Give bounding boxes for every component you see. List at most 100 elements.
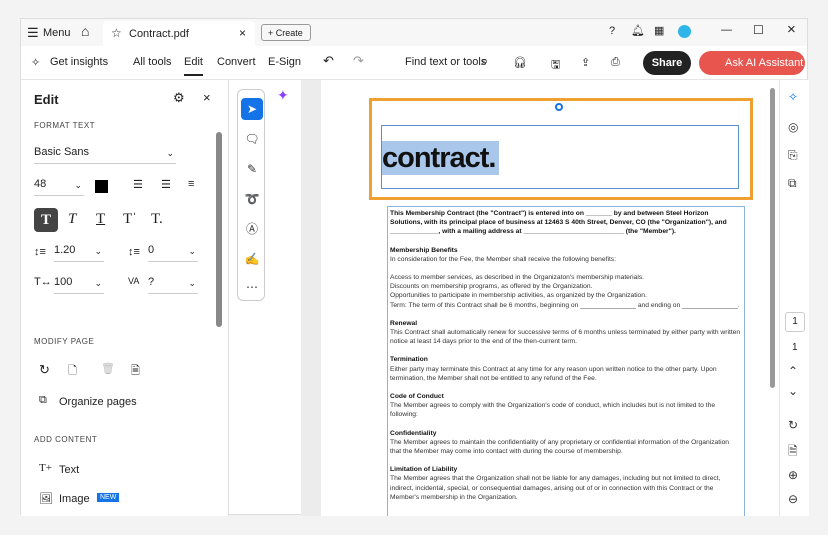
- gear-icon[interactable]: ⚙: [173, 90, 185, 106]
- zoom-out-icon[interactable]: ⊖: [788, 492, 798, 506]
- avatar[interactable]: [678, 25, 691, 38]
- star-icon[interactable]: ☆: [111, 26, 122, 40]
- edit-tab[interactable]: Edit: [184, 56, 203, 76]
- heading-text[interactable]: contract.: [382, 141, 500, 175]
- close-tab-icon[interactable]: ×: [239, 26, 246, 40]
- all-tools-tab[interactable]: All tools: [133, 56, 172, 68]
- page-down-icon[interactable]: ⌄: [788, 384, 798, 398]
- page-up-icon[interactable]: ⌃: [788, 364, 798, 378]
- page-number-input[interactable]: 1: [785, 312, 805, 332]
- subscript-icon[interactable]: T.: [151, 211, 163, 228]
- save-icon[interactable]: 🖫: [551, 56, 560, 75]
- sign-tool-icon[interactable]: ✍: [241, 248, 263, 270]
- organize-pages-button[interactable]: Organize pages: [59, 396, 137, 408]
- pages-icon[interactable]: ⧉: [788, 176, 797, 191]
- search-icon[interactable]: ⌕: [481, 53, 488, 69]
- maximize-icon[interactable]: ☐: [753, 23, 764, 37]
- doc-section: Limitation of Liability The Member agrees…: [390, 465, 742, 502]
- font-dropdown[interactable]: Basic Sans ⌄: [34, 146, 176, 164]
- align-icon[interactable]: ≡: [188, 178, 194, 190]
- scale-dropdown[interactable]: 100 ⌄: [54, 276, 104, 294]
- superscript-icon[interactable]: Tˈ: [123, 211, 137, 228]
- insert-page-icon[interactable]: 🗋: [68, 362, 77, 381]
- read-aloud-icon[interactable]: 🎧︎: [513, 56, 527, 69]
- help-icon[interactable]: ?: [609, 25, 615, 37]
- right-rail: ✧ ◎ ⎘ ⧉ 1 1 ⌃ ⌄ ↻ 🗎 ⊕ ⊖: [779, 80, 809, 516]
- bookmark-icon[interactable]: ⎘: [788, 148, 798, 163]
- comment-icon[interactable]: ◎: [788, 120, 798, 134]
- apps-icon[interactable]: ▦: [654, 24, 664, 37]
- bullet-list-icon[interactable]: ☰: [133, 178, 143, 191]
- font-size-dropdown[interactable]: 48 ⌄: [34, 178, 84, 196]
- intro-paragraph: This Membership Contract (the "Contract"…: [390, 210, 727, 236]
- create-button[interactable]: + Create: [261, 24, 311, 41]
- ai-sparkle-icon[interactable]: ✦: [277, 87, 289, 104]
- text-frame[interactable]: contract.: [381, 125, 739, 189]
- zoom-in-icon[interactable]: ⊕: [788, 468, 798, 482]
- format-text-heading: FORMAT TEXT: [34, 121, 96, 130]
- ai-assistant-button[interactable]: Ask AI Assistant: [699, 51, 805, 75]
- add-text-icon: T+: [39, 462, 52, 474]
- find-input[interactable]: Find text or tools: [405, 56, 486, 68]
- share-button[interactable]: Share: [643, 51, 691, 75]
- underline-icon[interactable]: T: [96, 211, 105, 228]
- print-icon[interactable]: ⎙: [611, 56, 620, 69]
- paragraph-spacing-value: 0: [148, 244, 155, 256]
- add-image-button[interactable]: Image: [59, 493, 90, 505]
- menu-button[interactable]: Menu: [43, 27, 71, 39]
- body-text-frame[interactable]: This Membership Contract (the "Contract"…: [387, 206, 745, 516]
- panel-title: Edit: [34, 92, 59, 107]
- rotate-icon[interactable]: ↻: [39, 362, 50, 378]
- home-icon[interactable]: ⌂: [81, 23, 89, 39]
- minimize-icon[interactable]: —: [721, 24, 732, 36]
- section-title: Membership Benefits: [390, 246, 458, 254]
- canvas-scrollbar[interactable]: [770, 88, 775, 388]
- tracking-dropdown[interactable]: ? ⌄: [148, 276, 198, 294]
- hamburger-icon[interactable]: ☰: [27, 25, 39, 41]
- paragraph-spacing-dropdown[interactable]: 0 ⌄: [148, 244, 198, 262]
- upload-icon[interactable]: ⇪: [581, 56, 590, 69]
- chevron-down-icon: ⌄: [74, 180, 82, 190]
- italic-icon[interactable]: T: [68, 211, 76, 228]
- redo-icon[interactable]: ↷: [353, 53, 364, 69]
- bell-icon[interactable]: 🔔︎: [631, 24, 645, 37]
- close-window-icon[interactable]: ×: [787, 21, 796, 38]
- edit-panel: Edit ⚙ × FORMAT TEXT Basic Sans ⌄ 48 ⌄ ☰ ☰…: [21, 80, 229, 516]
- toolbar: ✧ Get insights All tools Edit Convert E-…: [21, 46, 807, 80]
- get-insights-button[interactable]: Get insights: [50, 56, 108, 68]
- ai-summary-icon[interactable]: ✧: [788, 90, 798, 104]
- line-spacing-dropdown[interactable]: 1.20 ⌄: [54, 244, 104, 262]
- bold-icon[interactable]: T: [34, 208, 58, 232]
- insights-icon[interactable]: ✧: [31, 56, 40, 69]
- refresh-icon[interactable]: ↻: [788, 418, 798, 432]
- tracking-value: ?: [148, 276, 155, 288]
- numbered-list-icon[interactable]: ☰: [161, 178, 171, 191]
- document-canvas: contract. This Membership Contract (the …: [301, 80, 779, 516]
- line-spacing-value: 1.20: [54, 244, 76, 256]
- panel-scrollbar[interactable]: [216, 132, 222, 327]
- delete-icon[interactable]: 🗑︎: [101, 362, 115, 375]
- page-total: 1: [792, 342, 798, 353]
- scale-value: 100: [54, 276, 73, 288]
- text-box-tool-icon[interactable]: Ⓐ: [241, 218, 263, 240]
- convert-tab[interactable]: Convert: [217, 56, 256, 68]
- page-view-icon[interactable]: 🗎: [788, 442, 798, 463]
- chevron-down-icon: ⌄: [94, 246, 102, 256]
- select-tool-icon[interactable]: ➤: [241, 98, 263, 120]
- rotate-handle[interactable]: [555, 103, 563, 111]
- more-tools-icon[interactable]: ⋯: [241, 276, 263, 298]
- color-swatch[interactable]: [95, 180, 108, 193]
- undo-icon[interactable]: ↶: [323, 53, 334, 69]
- add-text-button[interactable]: Text: [59, 464, 79, 476]
- comment-tool-icon[interactable]: 🗨︎: [241, 128, 263, 150]
- esign-tab[interactable]: E-Sign: [268, 56, 301, 68]
- close-panel-icon[interactable]: ×: [203, 90, 211, 105]
- tab-contract[interactable]: ☆ Contract.pdf ×: [103, 21, 255, 46]
- font-value: Basic Sans: [34, 146, 90, 158]
- extract-page-icon[interactable]: 🗎: [131, 362, 140, 381]
- section-body: This Contract shall automatically renew …: [390, 329, 741, 346]
- highlight-tool-icon[interactable]: ✎: [241, 158, 263, 180]
- doc-section: Renewal This Contract shall automatically…: [390, 319, 742, 347]
- draw-tool-icon[interactable]: ➰: [241, 188, 263, 210]
- horizontal-scale-icon: T↔: [34, 276, 52, 288]
